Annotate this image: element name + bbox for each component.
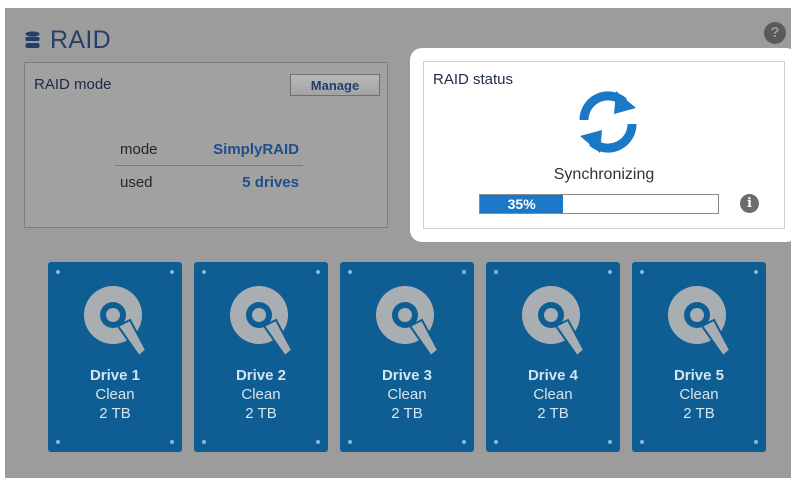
drive-name: Drive 5 bbox=[673, 367, 725, 384]
drive-state: Clean bbox=[533, 386, 573, 403]
drive-state: Clean bbox=[679, 386, 719, 403]
mode-key: mode bbox=[120, 140, 158, 158]
screw-dot bbox=[348, 270, 352, 274]
page-title: RAID bbox=[50, 25, 111, 54]
drive-capacity: 2 TB bbox=[683, 405, 715, 422]
drive-tile-5[interactable]: Drive 5 Clean 2 TB bbox=[632, 262, 766, 452]
mode-row: mode SimplyRAID bbox=[115, 133, 303, 166]
drive-capacity: 2 TB bbox=[245, 405, 277, 422]
drive-state: Clean bbox=[241, 386, 281, 403]
drive-capacity: 2 TB bbox=[99, 405, 131, 422]
raid-page: RAID ? RAID mode Manage mode SimplyRAID … bbox=[5, 8, 796, 478]
drive-info: Drive 3 Clean 2 TB bbox=[340, 366, 474, 423]
drive-list: Drive 1 Clean 2 TB Drive 2 Clean 2 TB Dr… bbox=[48, 262, 770, 452]
screw-dot bbox=[202, 270, 206, 274]
screw-dot bbox=[494, 270, 498, 274]
drive-state: Clean bbox=[387, 386, 427, 403]
used-value: 5 drives bbox=[242, 173, 299, 191]
screw-dot bbox=[348, 440, 352, 444]
database-icon bbox=[25, 31, 40, 48]
raid-status-heading: RAID status bbox=[433, 71, 514, 88]
screw-dot bbox=[608, 270, 612, 274]
screw-dot bbox=[754, 440, 758, 444]
raid-status-panel: RAID status Synchronizing 35% i bbox=[423, 61, 785, 229]
used-row: used 5 drives bbox=[115, 166, 303, 198]
drive-name: Drive 4 bbox=[527, 367, 579, 384]
raid-status-highlight: RAID status Synchronizing 35% i bbox=[410, 48, 796, 242]
screw-dot bbox=[608, 440, 612, 444]
drive-name: Drive 2 bbox=[235, 367, 287, 384]
drive-info: Drive 5 Clean 2 TB bbox=[632, 366, 766, 423]
drive-state: Clean bbox=[95, 386, 135, 403]
sync-status-text: Synchronizing bbox=[553, 166, 655, 183]
raid-mode-table: mode SimplyRAID used 5 drives bbox=[115, 133, 303, 198]
sync-progress-label: 35% bbox=[507, 196, 536, 212]
mode-value: SimplyRAID bbox=[213, 140, 299, 158]
screw-dot bbox=[640, 270, 644, 274]
drive-info: Drive 4 Clean 2 TB bbox=[486, 366, 620, 423]
screw-dot bbox=[56, 440, 60, 444]
screw-dot bbox=[640, 440, 644, 444]
screw-dot bbox=[170, 440, 174, 444]
screw-dot bbox=[754, 270, 758, 274]
drive-name: Drive 3 bbox=[381, 367, 433, 384]
raid-mode-heading: RAID mode bbox=[34, 76, 112, 93]
screw-dot bbox=[316, 270, 320, 274]
drive-capacity: 2 TB bbox=[537, 405, 569, 422]
screw-dot bbox=[202, 440, 206, 444]
drive-tile-3[interactable]: Drive 3 Clean 2 TB bbox=[340, 262, 474, 452]
used-key: used bbox=[120, 173, 153, 191]
drive-tile-1[interactable]: Drive 1 Clean 2 TB bbox=[48, 262, 182, 452]
manage-button[interactable]: Manage bbox=[290, 74, 380, 96]
screw-dot bbox=[494, 440, 498, 444]
screw-dot bbox=[462, 440, 466, 444]
screw-dot bbox=[462, 270, 466, 274]
info-icon[interactable]: i bbox=[740, 194, 759, 213]
hard-disk-icon bbox=[84, 286, 148, 358]
page-header: RAID bbox=[25, 22, 111, 58]
sync-progress-bar: 35% bbox=[479, 194, 719, 214]
drive-tile-4[interactable]: Drive 4 Clean 2 TB bbox=[486, 262, 620, 452]
hard-disk-icon bbox=[376, 286, 440, 358]
sync-icon bbox=[579, 91, 637, 153]
hard-disk-icon bbox=[522, 286, 586, 358]
screw-dot bbox=[316, 440, 320, 444]
drive-name: Drive 1 bbox=[89, 367, 141, 384]
drive-info: Drive 2 Clean 2 TB bbox=[194, 366, 328, 423]
hard-disk-icon bbox=[668, 286, 732, 358]
drive-capacity: 2 TB bbox=[391, 405, 423, 422]
raid-mode-panel: RAID mode Manage mode SimplyRAID used 5 … bbox=[24, 62, 388, 228]
drive-info: Drive 1 Clean 2 TB bbox=[48, 366, 182, 423]
hard-disk-icon bbox=[230, 286, 294, 358]
screw-dot bbox=[56, 270, 60, 274]
screw-dot bbox=[170, 270, 174, 274]
drive-tile-2[interactable]: Drive 2 Clean 2 TB bbox=[194, 262, 328, 452]
help-icon[interactable]: ? bbox=[764, 22, 786, 44]
